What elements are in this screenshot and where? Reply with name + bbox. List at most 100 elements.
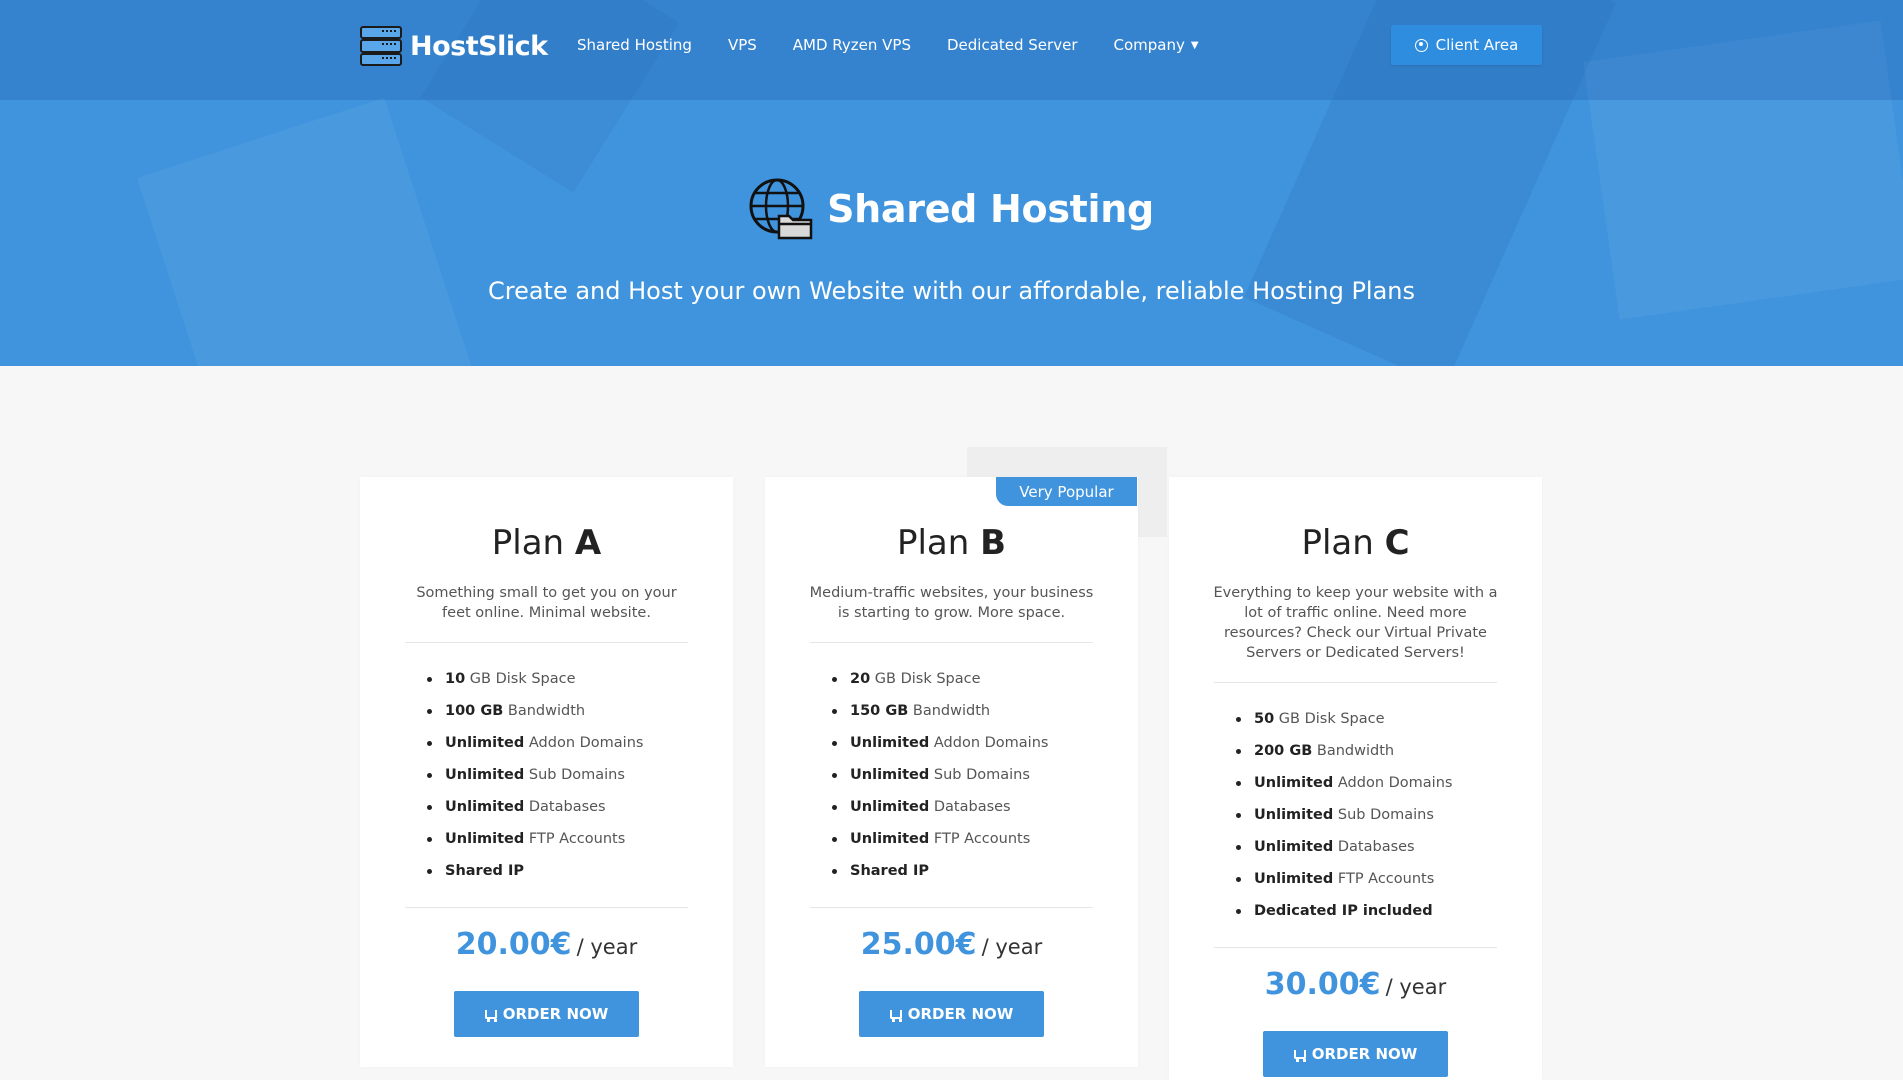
page-title: Shared Hosting xyxy=(827,187,1154,231)
feature-item: Unlimited Addon Domains xyxy=(405,727,643,759)
feature-item: Unlimited Databases xyxy=(1214,831,1452,863)
feature-value: Unlimited xyxy=(445,831,525,847)
feature-text: Addon Domains xyxy=(1333,775,1453,791)
feature-text: Addon Domains xyxy=(929,735,1049,751)
feature-list: 20 GB Disk Space 150 GB Bandwidth Unlimi… xyxy=(810,663,1048,887)
price-period: / year xyxy=(981,935,1043,959)
plan-title-prefix: Plan xyxy=(491,523,565,563)
divider xyxy=(810,907,1093,908)
feature-item: 50 GB Disk Space xyxy=(1214,703,1452,735)
popular-badge: Very Popular xyxy=(996,477,1137,506)
caret-down-icon: ▼ xyxy=(1190,40,1199,51)
feature-item: Unlimited FTP Accounts xyxy=(1214,863,1452,895)
divider xyxy=(1214,682,1497,683)
divider xyxy=(1214,947,1497,948)
server-stack-icon xyxy=(360,26,402,66)
feature-value: 50 xyxy=(1254,711,1275,727)
feature-item: Unlimited Databases xyxy=(405,791,643,823)
feature-value: Unlimited xyxy=(445,767,525,783)
feature-text: Bandwidth xyxy=(1312,743,1395,759)
nav-shared-hosting[interactable]: Shared Hosting xyxy=(577,36,692,54)
nav-company-label: Company xyxy=(1113,36,1185,54)
feature-value: Unlimited xyxy=(445,735,525,751)
plan-price: 20.00€ / year xyxy=(360,927,733,962)
globe-folder-icon xyxy=(749,178,813,240)
nav-company[interactable]: Company ▼ xyxy=(1113,36,1198,54)
client-area-button[interactable]: Client Area xyxy=(1391,25,1542,65)
brand-logo[interactable]: HostSlick xyxy=(360,24,548,68)
feature-text: Databases xyxy=(1333,839,1415,855)
plan-title: Plan A xyxy=(360,523,733,563)
cart-icon xyxy=(1293,1049,1306,1062)
feature-value: 10 xyxy=(445,671,466,687)
price-period: / year xyxy=(576,935,638,959)
plan-title-letter: A xyxy=(574,523,602,563)
plan-card-b: Plan B Medium-traffic websites, your bus… xyxy=(765,477,1138,1067)
feature-text: Bandwidth xyxy=(908,703,991,719)
feature-item: Unlimited Sub Domains xyxy=(1214,799,1452,831)
nav-amd-ryzen-vps[interactable]: AMD Ryzen VPS xyxy=(793,36,911,54)
nav-dedicated-server[interactable]: Dedicated Server xyxy=(947,36,1078,54)
plan-description: Something small to get you on your feet … xyxy=(416,585,677,621)
hero-heading: Shared Hosting xyxy=(0,176,1903,242)
feature-text: GB Disk Space xyxy=(1274,711,1385,727)
feature-value: Unlimited xyxy=(1254,807,1334,823)
feature-value: Unlimited xyxy=(850,799,930,815)
feature-item: Unlimited FTP Accounts xyxy=(405,823,643,855)
feature-value: 150 GB xyxy=(850,703,909,719)
plan-card-c: Plan C Everything to keep your website w… xyxy=(1169,477,1542,1080)
feature-value: Unlimited xyxy=(1254,871,1334,887)
feature-item: Unlimited Sub Domains xyxy=(810,759,1048,791)
plan-title-letter: C xyxy=(1384,523,1410,563)
feature-item: Unlimited Sub Domains xyxy=(405,759,643,791)
order-label: ORDER NOW xyxy=(907,1005,1014,1023)
feature-text: FTP Accounts xyxy=(524,831,626,847)
plan-title: Plan C xyxy=(1169,523,1542,563)
feature-text: Databases xyxy=(929,799,1011,815)
divider xyxy=(405,642,688,643)
main-nav: Shared Hosting VPS AMD Ryzen VPS Dedicat… xyxy=(577,36,1199,54)
feature-text: Addon Domains xyxy=(524,735,644,751)
feature-text: Sub Domains xyxy=(524,767,625,783)
price-amount: 20.00€ xyxy=(455,927,572,962)
order-now-button[interactable]: ORDER NOW xyxy=(1263,1031,1448,1077)
user-circle-icon xyxy=(1414,38,1428,52)
feature-item: Shared IP xyxy=(810,855,1048,887)
feature-value: 100 GB xyxy=(445,703,504,719)
order-now-button[interactable]: ORDER NOW xyxy=(454,991,639,1037)
feature-value: Unlimited xyxy=(445,799,525,815)
divider xyxy=(405,907,688,908)
feature-value: Unlimited xyxy=(850,735,930,751)
feature-value: Shared IP xyxy=(850,863,929,879)
plan-price: 25.00€ / year xyxy=(765,927,1138,962)
feature-item: Shared IP xyxy=(405,855,643,887)
feature-text: Sub Domains xyxy=(1333,807,1434,823)
order-label: ORDER NOW xyxy=(502,1005,609,1023)
feature-text: Sub Domains xyxy=(929,767,1030,783)
nav-vps[interactable]: VPS xyxy=(728,36,757,54)
feature-item: 20 GB Disk Space xyxy=(810,663,1048,695)
brand-name: HostSlick xyxy=(410,30,548,62)
feature-text: GB Disk Space xyxy=(465,671,576,687)
price-period: / year xyxy=(1385,975,1447,999)
plan-title: Plan B xyxy=(765,523,1138,563)
feature-value: 200 GB xyxy=(1254,743,1313,759)
feature-text: FTP Accounts xyxy=(1333,871,1435,887)
feature-value: Unlimited xyxy=(850,767,930,783)
feature-item: Unlimited Addon Domains xyxy=(810,727,1048,759)
price-amount: 30.00€ xyxy=(1264,967,1381,1002)
hero-banner: HostSlick Shared Hosting VPS AMD Ryzen V… xyxy=(0,0,1903,366)
feature-value: Unlimited xyxy=(1254,775,1334,791)
feature-value: Dedicated IP included xyxy=(1254,903,1433,919)
plan-description: Medium-traffic websites, your business i… xyxy=(809,585,1094,621)
hero-subtitle: Create and Host your own Website with ou… xyxy=(487,277,1416,305)
feature-item: Unlimited Databases xyxy=(810,791,1048,823)
cart-icon xyxy=(889,1009,902,1022)
feature-item: 10 GB Disk Space xyxy=(405,663,643,695)
feature-item: Dedicated IP included xyxy=(1214,895,1452,927)
order-now-button[interactable]: ORDER NOW xyxy=(859,991,1044,1037)
feature-list: 50 GB Disk Space 200 GB Bandwidth Unlimi… xyxy=(1214,703,1452,927)
feature-value: Unlimited xyxy=(1254,839,1334,855)
feature-value: Shared IP xyxy=(445,863,524,879)
feature-text: Databases xyxy=(524,799,606,815)
